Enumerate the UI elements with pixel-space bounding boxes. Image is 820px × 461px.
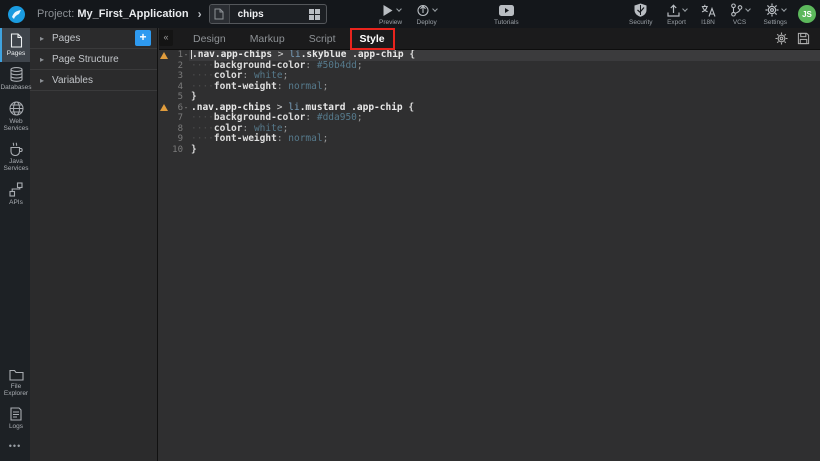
sidebar-item-logs[interactable]: Logs	[0, 402, 30, 435]
wavemaker-logo-icon	[8, 6, 25, 23]
pages-panel: ▸Pages+▸Page Structure▸Variables	[30, 28, 158, 461]
css-code-editor[interactable]: 1-.nav.app-chips > li.skyblue .app-chip …	[159, 50, 820, 461]
grid-icon[interactable]	[309, 9, 320, 20]
gutter[interactable]: 3	[159, 71, 189, 82]
panel-section-pages[interactable]: ▸Pages+	[30, 28, 157, 49]
tab-script[interactable]: Script	[301, 30, 344, 48]
code-line-4[interactable]: 4····font-weight: normal;	[159, 82, 820, 93]
gutter[interactable]: 9	[159, 134, 189, 145]
topbar: Project: My_First_Application › chips Pr…	[0, 0, 820, 28]
sidebar-more-button[interactable]: •••	[0, 435, 30, 461]
tab-style[interactable]: Style	[352, 30, 393, 48]
user-avatar[interactable]: JS	[798, 5, 816, 23]
warning-icon	[160, 52, 168, 59]
deploy-button[interactable]: Deploy	[416, 3, 437, 26]
settings-label: Settings	[764, 19, 788, 26]
gutter[interactable]: 5	[159, 92, 189, 103]
caret-down-icon	[682, 6, 688, 12]
add-page-button[interactable]: +	[135, 30, 151, 46]
logs-icon	[10, 407, 22, 421]
i18n-label: I18N	[701, 19, 715, 26]
deploy-icon	[416, 3, 430, 17]
export-label: Export	[667, 19, 686, 26]
database-icon	[10, 67, 23, 82]
tutorials-label: Tutorials	[494, 19, 519, 26]
code-line-10[interactable]: 10}	[159, 145, 820, 156]
vcs-label: VCS	[733, 19, 746, 26]
gutter[interactable]: 6-	[159, 103, 189, 114]
topbar-left-actions: Preview Deploy	[372, 0, 444, 28]
tutorials-button[interactable]: Tutorials	[494, 3, 519, 26]
folder-icon	[9, 369, 24, 381]
save-icon[interactable]	[797, 32, 810, 45]
gutter[interactable]: 4	[159, 82, 189, 93]
shield-icon	[634, 3, 647, 17]
preview-label: Preview	[379, 19, 402, 26]
caret-down-icon	[396, 6, 402, 12]
sidebar-item-web-services[interactable]: WebServices	[0, 96, 30, 137]
topbar-mid-actions: Tutorials	[487, 0, 526, 28]
deploy-label: Deploy	[417, 19, 437, 26]
project-breadcrumb: Project: My_First_Application	[37, 8, 189, 20]
panel-collapse-button[interactable]: «	[159, 30, 173, 46]
warning-icon	[160, 104, 168, 111]
editor-settings-gear-icon[interactable]	[775, 32, 788, 45]
preview-button[interactable]: Preview	[379, 3, 402, 26]
tab-markup[interactable]: Markup	[242, 30, 293, 48]
caret-down-icon	[745, 6, 751, 12]
workspace: « Design Markup Script Style 1-.nav.app-chi…	[159, 28, 820, 461]
i18n-button[interactable]: I18N	[701, 3, 716, 26]
security-button[interactable]: Security	[629, 3, 652, 26]
left-sidebar: PagesDatabasesWebServicesJavaServicesAPI…	[0, 28, 30, 461]
project-label: Project:	[37, 8, 74, 20]
page-tab-chips[interactable]: chips	[209, 4, 327, 24]
gear-icon	[765, 3, 779, 17]
caret-down-icon	[781, 6, 787, 12]
play-icon	[381, 4, 394, 17]
sidebar-item-apis[interactable]: APIs	[0, 177, 30, 211]
sidebar-item-java-services[interactable]: JavaServices	[0, 137, 30, 177]
gutter[interactable]: 10	[159, 145, 189, 156]
sidebar-item-pages[interactable]: Pages	[0, 28, 30, 62]
panel-section-variables[interactable]: ▸Variables	[30, 70, 157, 91]
translate-icon	[701, 4, 716, 17]
pages-icon	[10, 33, 23, 48]
sidebar-item-file-explorer[interactable]: FileExplorer	[0, 364, 30, 402]
page-file-icon	[210, 5, 230, 23]
gutter[interactable]: 8	[159, 124, 189, 135]
security-label: Security	[629, 19, 652, 26]
vcs-button[interactable]: VCS	[730, 3, 750, 26]
gutter[interactable]: 7	[159, 113, 189, 124]
video-icon	[499, 5, 514, 16]
gutter[interactable]: 1-	[159, 50, 189, 61]
settings-button[interactable]: Settings	[764, 3, 788, 26]
page-tab-name: chips	[230, 9, 309, 20]
workspace-tabbar: Design Markup Script Style	[159, 28, 820, 50]
topbar-right-actions: Security Export I18N VCS Settings	[622, 0, 794, 28]
sidebar-item-databases[interactable]: Databases	[0, 62, 30, 96]
ide-window: Project: My_First_Application › chips Pr…	[0, 0, 820, 461]
tab-design[interactable]: Design	[185, 30, 234, 48]
code-line-9[interactable]: 9····font-weight: normal;	[159, 134, 820, 145]
export-icon	[667, 4, 680, 17]
globe-icon	[9, 101, 24, 116]
api-icon	[9, 182, 23, 197]
caret-right-icon: ▸	[40, 76, 44, 85]
branch-icon	[730, 3, 743, 17]
export-button[interactable]: Export	[667, 3, 687, 26]
caret-right-icon: ▸	[40, 55, 44, 64]
project-name: My_First_Application	[77, 8, 188, 20]
panel-section-page-structure[interactable]: ▸Page Structure	[30, 49, 157, 70]
breadcrumb-chevron-icon: ›	[198, 7, 202, 21]
coffee-icon	[9, 142, 24, 156]
gutter[interactable]: 2	[159, 61, 189, 72]
caret-right-icon: ▸	[40, 34, 44, 43]
sidebar-spacer	[0, 211, 30, 364]
caret-down-icon	[432, 6, 438, 12]
